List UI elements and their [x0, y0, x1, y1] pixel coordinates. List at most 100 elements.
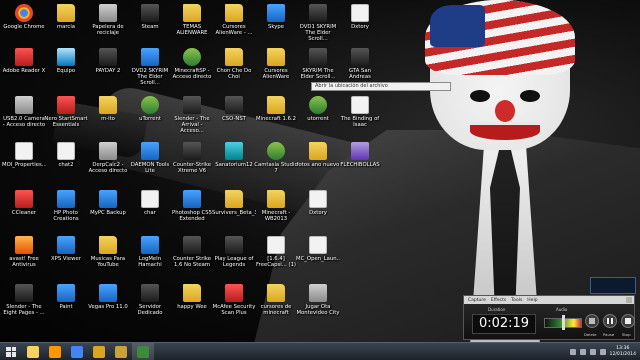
desktop-icon[interactable]: Minecraft 1.6.2 [254, 94, 298, 136]
desktop-icon[interactable]: Survivers_Beta_3 [212, 188, 256, 230]
desktop-icon[interactable]: fotos ano nuevo [296, 140, 340, 182]
desktop-icon[interactable]: Musicas Para YouTube [86, 234, 130, 276]
desktop-icon[interactable]: char [128, 188, 172, 230]
desktop-icon[interactable]: LogMeIn Hamachi [128, 234, 172, 276]
chrome-icon [15, 4, 33, 22]
desktop-icon-label: Slender - The Eight Pages - ... [3, 304, 45, 316]
desktop-icon[interactable]: Servidor Dedicado [128, 282, 172, 324]
desktop-icon[interactable]: chat2 [44, 140, 88, 182]
camtasia-icon [137, 345, 149, 358]
desktop-icon[interactable]: Chon Che Do Choi [212, 46, 256, 88]
menu-tools[interactable]: Tools [511, 298, 522, 303]
menu-help[interactable]: Help [527, 298, 537, 303]
taskbar-app-folder[interactable] [88, 343, 110, 360]
stop-button[interactable] [621, 314, 635, 328]
desktop-icon[interactable]: FLECHIBOLLAS [338, 140, 382, 182]
network-icon[interactable] [579, 348, 586, 355]
desktop-icon[interactable]: Sanatorium12 [212, 140, 256, 182]
desktop-icon[interactable]: Jugar Ota Montevideo City [296, 282, 340, 324]
chrome-icon [71, 345, 83, 358]
desktop-icon[interactable]: Cursores AlienWare - ... [212, 2, 256, 44]
delete-label: Delete [584, 332, 597, 337]
desktop-icon[interactable]: Paint [44, 282, 88, 324]
desktop-icon[interactable]: Cursores AlienWare [254, 46, 298, 88]
desktop-icon[interactable]: Adobe Reader X [2, 46, 46, 88]
taskbar-app-chrome[interactable] [66, 343, 88, 360]
desktop-icon[interactable]: DerpCalc2 - Acceso directo [86, 140, 130, 182]
desktop-icon[interactable]: MinecraftSP - Acceso directo [170, 46, 214, 88]
desktop-icon[interactable]: McAfee Security Scan Plus [212, 282, 256, 324]
desktop-icon[interactable]: Slender - The Arrival - Acceso... [170, 94, 214, 136]
taskbar-app-media-player[interactable] [44, 343, 66, 360]
desktop-icon[interactable]: Papelera de reciclaje [86, 2, 130, 44]
taskbar-app-explorer[interactable] [22, 343, 44, 360]
start-button[interactable] [0, 343, 22, 360]
desktop-icon[interactable]: Google Chrome [2, 2, 46, 44]
server-icon [141, 284, 159, 302]
payday-icon [99, 48, 117, 66]
desktop-icon-label: Play League of Legends [214, 256, 254, 268]
desktop-icon[interactable]: DVD1 SKYRIM The Elder Scroll... [296, 2, 340, 44]
audio-volume-slider[interactable] [562, 315, 565, 330]
desktop-icon[interactable]: marcia [44, 2, 88, 44]
desktop-icon[interactable]: utorrent [296, 94, 340, 136]
desktop-icon[interactable]: MOI_Properties... [2, 140, 46, 182]
desktop-icon[interactable]: Counter Strike 1.6 No Steam [170, 234, 214, 276]
document-icon [351, 4, 369, 22]
desktop-icon[interactable]: Steam [128, 2, 172, 44]
desktop-icon[interactable]: Camtasia Studio 7 [254, 140, 298, 182]
folder-icon [183, 284, 201, 302]
minimize-icon[interactable] [626, 297, 632, 303]
desktop-icon[interactable]: XPS Viewer [44, 234, 88, 276]
desktop-icon[interactable]: m-ito [86, 94, 130, 136]
avast-icon [15, 236, 33, 254]
desktop-icon-label: Cursores AlienWare [262, 68, 290, 80]
desktop-icon-label: MC_Open_Laun... [296, 256, 340, 262]
recorder-thumbnail [590, 277, 636, 294]
desktop-icon[interactable]: CSO-NST [212, 94, 256, 136]
desktop-icon[interactable]: CCleaner [2, 188, 46, 230]
desktop-icon[interactable]: Nero StartSmart Essentials [44, 94, 88, 136]
desktop-icon[interactable]: Photoshop CS5 Extended [170, 188, 214, 230]
desktop-icon[interactable]: avast! Free Antivirus [2, 234, 46, 276]
desktop-icon-label: cursores de minecraft [260, 304, 292, 316]
duration-label: Duration [488, 307, 506, 312]
desktop-icon[interactable]: happy Wee [170, 282, 214, 324]
volume-icon[interactable] [589, 348, 596, 355]
document-icon [351, 96, 369, 114]
desktop-icon[interactable]: cursores de minecraft [254, 282, 298, 324]
desktop-icon[interactable]: MC_Open_Laun... [296, 234, 340, 276]
desktop-icon[interactable]: TEMAS ALIENWARE [170, 2, 214, 44]
desktop-icon-label: SKYRIM The Elder Scroll... [300, 68, 336, 80]
desktop-icon[interactable]: Dxtory [338, 2, 382, 44]
desktop-icon[interactable]: The Binding of Isaac [338, 94, 382, 136]
desktop-icon[interactable]: Skype [254, 2, 298, 44]
taskbar-app-camtasia[interactable] [132, 342, 154, 360]
menu-effects[interactable]: Effects [491, 298, 506, 303]
tray-arrow-icon[interactable] [569, 348, 576, 355]
delete-button[interactable] [585, 314, 599, 328]
desktop-icon[interactable]: Minecraft - WB2013 [254, 188, 298, 230]
desktop-icon[interactable]: MyPC Backup [86, 188, 130, 230]
desktop-icon[interactable]: Equipo [44, 46, 88, 88]
desktop-icon[interactable]: DAEMON Tools Lite [128, 140, 172, 182]
desktop-icon[interactable]: PAYDAY 2 [86, 46, 130, 88]
desktop-icon[interactable]: HP Photo Creations [44, 188, 88, 230]
taskbar-app-lol[interactable] [110, 343, 132, 360]
desktop-icon[interactable]: Dxtory [296, 188, 340, 230]
pause-button[interactable] [603, 314, 617, 328]
desktop-icon[interactable]: uTorrent [128, 94, 172, 136]
folder-icon [99, 236, 117, 254]
menu-capture[interactable]: Capture [468, 298, 486, 303]
desktop-icon[interactable]: USB2.0 Camera - Acceso directo [2, 94, 46, 136]
desktop-icon[interactable]: [1.6.4] FreeCapsi... (1) [254, 234, 298, 276]
document-icon [309, 190, 327, 208]
clock[interactable]: 13:36 12/01/2014 [610, 346, 636, 358]
desktop-icon[interactable]: Play League of Legends [212, 234, 256, 276]
nero-icon [57, 96, 75, 114]
desktop-icon[interactable]: Slender - The Eight Pages - ... [2, 282, 46, 324]
desktop-icon[interactable]: DVD2 SKYRIM The Elder Scroll... [128, 46, 172, 88]
desktop-icon[interactable]: Counter-Strike Xtreme V6 [170, 140, 214, 182]
desktop-icon[interactable]: Vegas Pro 11.0 [86, 282, 130, 324]
flag-icon[interactable] [599, 348, 606, 355]
